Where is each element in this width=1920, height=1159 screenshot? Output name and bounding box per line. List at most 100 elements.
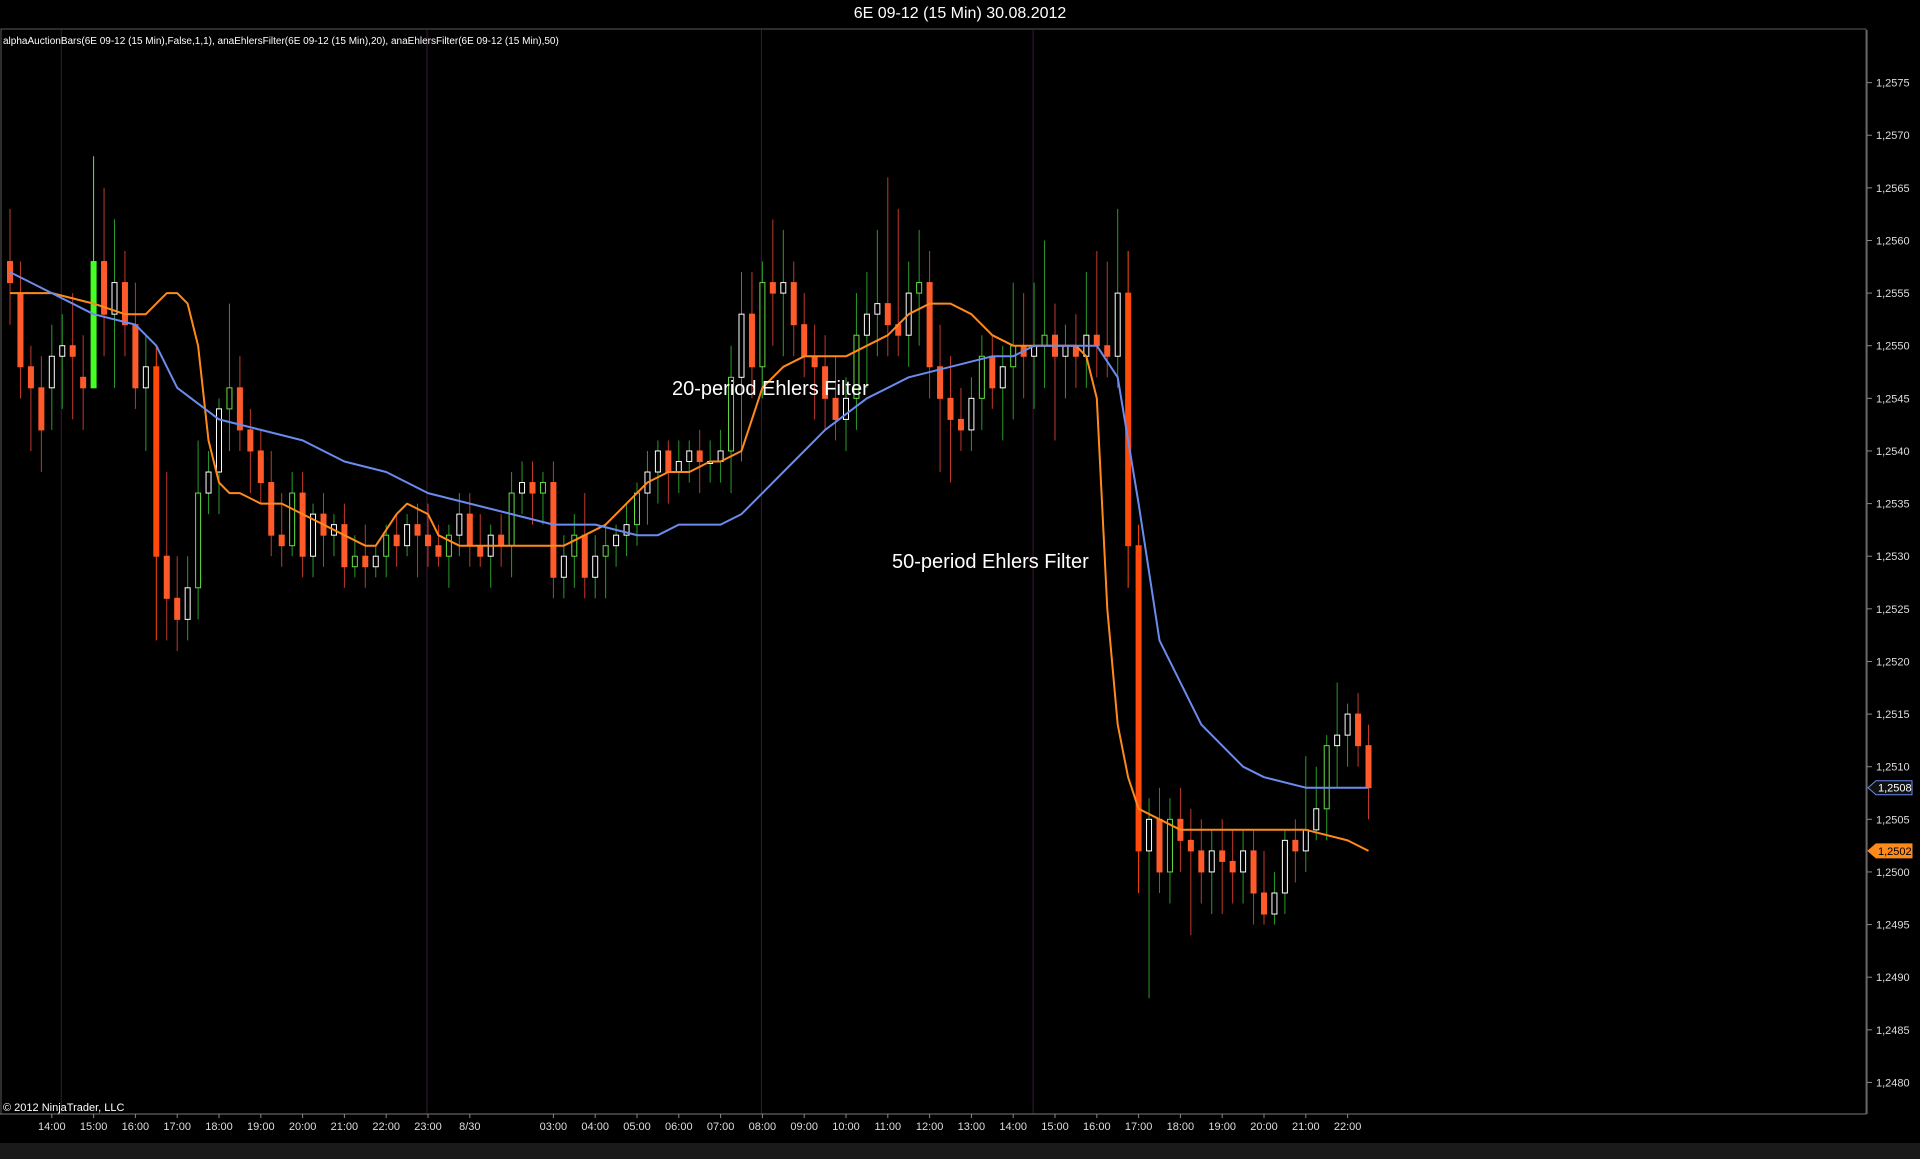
candle-body — [1250, 850, 1257, 894]
price-marker: 1,2508 — [1867, 780, 1913, 796]
candlestick-chart[interactable]: 1,2480 1,2485 1,2490 1,2495 1,2500 1,2505 1,25… — [0, 28, 1920, 1143]
price-marker-label: 1,2502 — [1878, 846, 1912, 858]
candle-body — [226, 387, 233, 410]
x-tick-label: 09:00 — [790, 1121, 818, 1133]
candle-body — [477, 545, 484, 557]
candle-body — [1219, 850, 1226, 862]
candle-body — [978, 355, 985, 399]
x-tick-label: 06:00 — [665, 1121, 693, 1133]
x-tick-label: 13:00 — [958, 1121, 986, 1133]
candle-body — [1104, 345, 1111, 357]
candle[interactable] — [1125, 251, 1132, 588]
x-tick-label: 20:00 — [289, 1121, 317, 1133]
candle-body — [247, 429, 254, 452]
candle-body — [205, 471, 212, 494]
x-tick-label: 14:00 — [38, 1121, 66, 1133]
copyright-text: © 2012 NinjaTrader, LLC — [3, 1102, 124, 1114]
candle-body — [1313, 808, 1320, 831]
y-tick-label: 1,2520 — [1876, 656, 1910, 668]
candle-body — [341, 524, 348, 568]
candle-body — [351, 555, 358, 568]
candle-body — [445, 534, 452, 557]
candle-body — [414, 524, 421, 536]
candle-body — [1187, 839, 1194, 852]
candle-body — [372, 555, 379, 568]
candle-body — [466, 513, 473, 547]
candle-body — [989, 355, 996, 389]
candle-body — [1114, 292, 1121, 357]
candle-body — [780, 282, 787, 294]
candle-body — [759, 282, 766, 368]
annotation-20-period: 20-period Ehlers Filter — [672, 378, 869, 400]
candle-body — [1261, 892, 1267, 915]
candle-body — [748, 313, 755, 368]
candle-body — [519, 482, 526, 494]
candle-body — [1365, 745, 1372, 789]
candle-body — [80, 376, 87, 389]
x-tick-label: 22:00 — [372, 1121, 400, 1133]
candle-body — [863, 313, 870, 336]
indicator-text: alphaAuctionBars(6E 09-12 (15 Min),False… — [3, 36, 559, 47]
candle-body — [675, 460, 682, 473]
candle-body — [132, 324, 139, 389]
y-tick-label: 1,2495 — [1876, 920, 1910, 932]
candle-body — [937, 366, 944, 399]
candle-body — [1355, 713, 1362, 747]
candle-body — [529, 482, 536, 494]
x-tick-label: 20:00 — [1250, 1121, 1278, 1133]
x-tick-label: 22:00 — [1334, 1121, 1362, 1133]
x-tick-label: 07:00 — [707, 1121, 735, 1133]
candle-body — [1271, 892, 1278, 915]
candle-body — [592, 555, 599, 578]
candle-body — [560, 555, 567, 578]
y-tick-label: 1,2515 — [1876, 709, 1910, 721]
x-tick-label: 04:00 — [581, 1121, 609, 1133]
candle-body — [435, 545, 442, 557]
candle-body — [508, 492, 515, 547]
candle-body — [393, 534, 400, 547]
price-marker: 1,2502 — [1867, 843, 1913, 859]
candle[interactable] — [1135, 524, 1142, 893]
candle-body — [581, 534, 588, 578]
candle-body — [686, 450, 693, 462]
candle-body — [1323, 745, 1330, 810]
x-tick-label: 08:00 — [749, 1121, 777, 1133]
candle-body — [69, 345, 76, 357]
candle-body — [571, 534, 578, 557]
candle-body — [613, 534, 620, 547]
candle-body — [968, 397, 975, 431]
x-tick-label: 8/30 — [459, 1121, 480, 1133]
candle-body — [1302, 829, 1309, 852]
candle-body — [926, 282, 933, 368]
candle-body — [790, 282, 797, 326]
x-tick-label: 16:00 — [122, 1121, 150, 1133]
y-tick-label: 1,2485 — [1876, 1025, 1910, 1037]
candle-body — [947, 397, 954, 420]
y-tick-label: 1,2565 — [1876, 183, 1910, 195]
annotation-50-period: 50-period Ehlers Filter — [892, 551, 1089, 573]
candle-body — [634, 492, 640, 526]
x-tick-label: 03:00 — [540, 1121, 568, 1133]
candle-body — [654, 450, 661, 473]
x-tick-label: 12:00 — [916, 1121, 944, 1133]
candle-body — [17, 292, 24, 368]
candle-body — [299, 492, 306, 557]
candle-body — [48, 355, 55, 389]
candle-body — [404, 524, 411, 547]
candle-body — [456, 513, 463, 536]
candle-body — [289, 492, 296, 547]
candle-body — [1208, 850, 1215, 873]
y-tick-label: 1,2530 — [1876, 551, 1910, 563]
candle-body — [832, 397, 839, 420]
x-tick-label: 21:00 — [331, 1121, 359, 1133]
x-tick-label: 17:00 — [1125, 1121, 1153, 1133]
y-tick-label: 1,2555 — [1876, 288, 1910, 300]
candle-body — [1229, 860, 1236, 873]
x-tick-label: 10:00 — [832, 1121, 860, 1133]
candle-body — [550, 482, 557, 578]
candle-body — [1156, 818, 1163, 873]
x-tick-label: 14:00 — [999, 1121, 1027, 1133]
candle-body — [811, 355, 818, 368]
candle-body — [696, 450, 703, 462]
y-tick-label: 1,2505 — [1876, 814, 1910, 826]
